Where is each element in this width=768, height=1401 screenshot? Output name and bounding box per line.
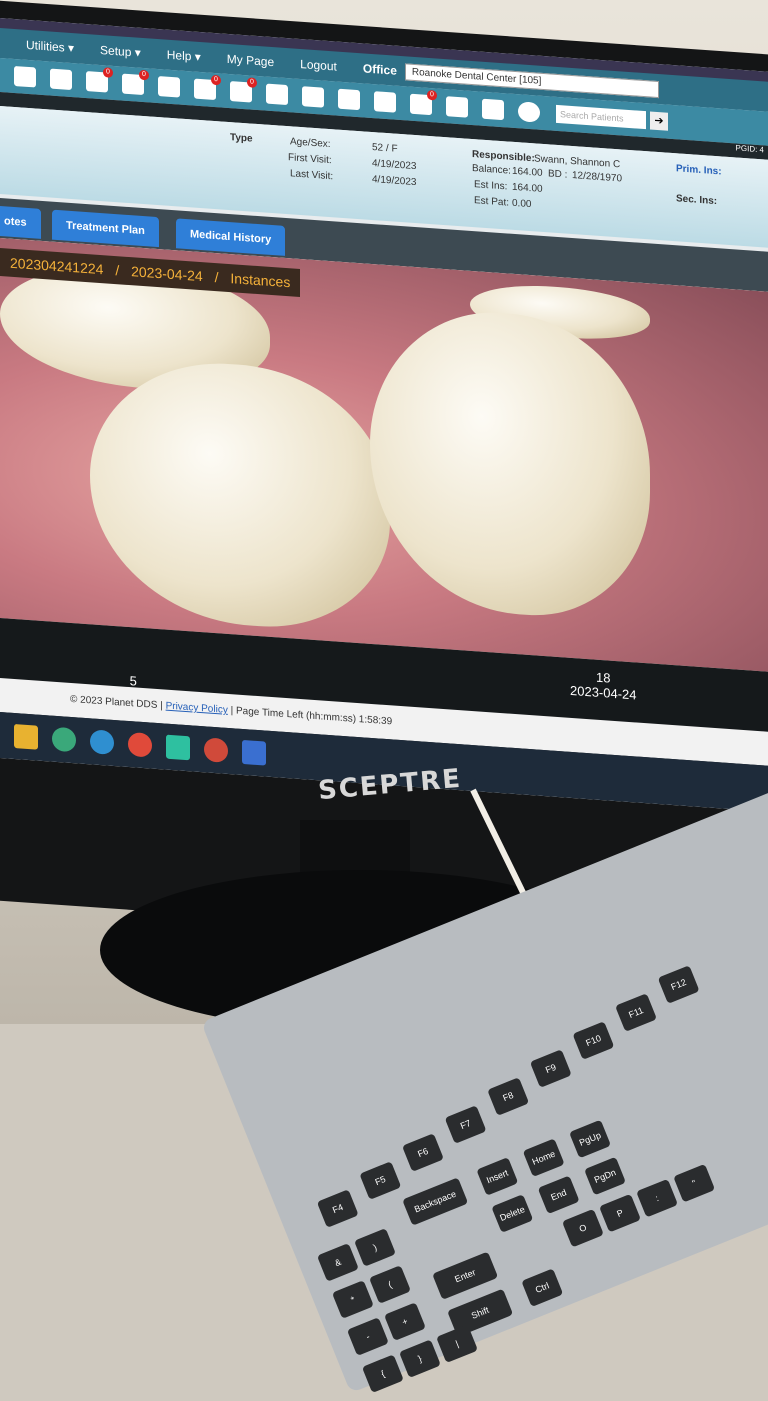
est-pat-value: 0.00 [512, 197, 532, 211]
notification-badge: 0 [139, 69, 149, 81]
menu-my-page[interactable]: My Page [227, 52, 274, 69]
breadcrumb-id[interactable]: 202304241224 [10, 255, 103, 278]
keyboard-key[interactable]: Enter [432, 1251, 499, 1300]
keyboard-key[interactable]: F9 [529, 1049, 572, 1088]
keyboard-key[interactable]: - [346, 1317, 389, 1356]
app-icon[interactable] [52, 726, 76, 753]
balance-value: 164.00 [512, 165, 543, 179]
keyboard-key[interactable]: F11 [615, 993, 658, 1032]
keyboard-key[interactable]: P [599, 1193, 642, 1233]
breadcrumb-instances[interactable]: Instances [230, 270, 290, 290]
file-explorer-icon[interactable] [14, 723, 38, 750]
notification-badge: 0 [247, 77, 257, 88]
clock-icon[interactable] [158, 76, 180, 98]
chrome-icon[interactable] [128, 731, 152, 758]
intraoral-image-viewer[interactable]: 202304241224 / 2023-04-24 / Instances [0, 238, 768, 672]
tab-treatment-plan[interactable]: Treatment Plan [52, 209, 159, 248]
last-visit-label: Last Visit: [290, 168, 334, 183]
keyboard-key[interactable]: ( [368, 1265, 411, 1304]
privacy-policy-link[interactable]: Privacy Policy [166, 701, 228, 716]
first-visit-label: First Visit: [288, 152, 332, 167]
monitor-screen: Utilities ▾ Setup ▾ Help ▾ My Page Logou… [0, 18, 768, 812]
tab-notes[interactable]: otes [0, 205, 41, 239]
breadcrumb-date[interactable]: 2023-04-24 [131, 263, 203, 284]
export-icon[interactable] [338, 88, 360, 111]
balance-label: Balance: [472, 163, 511, 177]
keyboard-key[interactable]: F5 [359, 1161, 402, 1200]
est-ins-label: Est Ins: [474, 179, 508, 193]
keyboard-key[interactable]: F12 [657, 965, 700, 1004]
image-icon[interactable] [302, 86, 324, 108]
app-icon[interactable] [90, 729, 114, 755]
bd-value: 12/28/1970 [572, 169, 623, 185]
app-icon[interactable] [166, 734, 190, 761]
menu-help[interactable]: Help ▾ [167, 48, 201, 64]
notification-badge: 0 [427, 89, 437, 101]
keyboard-key[interactable]: PgUp [569, 1119, 612, 1159]
sec-ins-label: Sec. Ins: [676, 193, 718, 208]
keyboard-key[interactable]: & [316, 1243, 359, 1282]
chevron-icon[interactable] [518, 101, 540, 123]
notification-badge: 0 [103, 67, 113, 78]
copyright-text: © 2023 Planet DDS | [70, 693, 163, 712]
keyboard-key[interactable]: F6 [401, 1133, 444, 1172]
type-label: Type [230, 132, 253, 145]
chat-icon[interactable]: 0 [86, 67, 113, 93]
breadcrumb-separator: / [214, 269, 219, 286]
menu-utilities[interactable]: Utilities ▾ [26, 38, 74, 55]
calendar-icon[interactable]: 0 [410, 89, 437, 116]
xv-app-icon[interactable] [242, 739, 266, 766]
page-time-left: | Page Time Left (hh:mm:ss) 1:58:39 [230, 705, 393, 728]
message-icon[interactable]: 0 [122, 69, 149, 96]
menu-logout[interactable]: Logout [300, 57, 337, 74]
mail-icon[interactable] [50, 68, 72, 91]
menu-setup[interactable]: Setup ▾ [100, 43, 141, 60]
responsible-label: Responsible: [472, 149, 535, 165]
search-go-button[interactable]: ➔ [650, 111, 668, 131]
keyboard-key[interactable]: F8 [487, 1077, 530, 1116]
keyboard-key[interactable]: Home [522, 1138, 565, 1178]
keyboard-key[interactable]: * [331, 1280, 374, 1319]
est-ins-value: 164.00 [512, 181, 543, 195]
tooth-icon[interactable] [266, 83, 288, 106]
keyboard-key[interactable]: F7 [444, 1105, 487, 1144]
users-icon[interactable]: 0 [194, 74, 221, 101]
keyboard-key[interactable]: ) [354, 1228, 397, 1267]
keyboard-key[interactable]: F4 [316, 1189, 359, 1228]
last-visit-value: 4/19/2023 [372, 174, 417, 189]
group-icon[interactable]: 0 [230, 77, 257, 103]
keyboard-key[interactable]: { [361, 1354, 404, 1394]
keyboard-key[interactable]: Backspace [402, 1177, 469, 1226]
globe-icon[interactable] [374, 91, 396, 113]
keyboard-key[interactable]: Delete [491, 1194, 534, 1233]
keyboard-key[interactable]: End [537, 1175, 580, 1215]
keyboard-key[interactable]: Insert [476, 1157, 519, 1196]
search-input[interactable]: Search Patients [556, 104, 646, 130]
document-icon[interactable] [14, 65, 36, 88]
keyboard-key[interactable]: F10 [572, 1021, 615, 1060]
keyboard-key[interactable]: Ctrl [521, 1268, 564, 1308]
keyboard-key[interactable]: : [636, 1178, 679, 1218]
keyboard-key[interactable]: O [561, 1208, 604, 1248]
print-icon[interactable] [482, 98, 504, 121]
breadcrumb-separator: / [115, 262, 120, 279]
keyboard-key[interactable]: } [398, 1339, 441, 1379]
thumbnail-item[interactable]: 18 2023-04-24 [570, 668, 637, 703]
bd-label: BD : [548, 168, 568, 181]
age-sex-value: 52 / F [372, 142, 398, 155]
age-sex-label: Age/Sex: [290, 136, 331, 151]
est-pat-label: Est Pat: [474, 195, 510, 209]
office-label: Office [362, 61, 397, 78]
responsible-value[interactable]: Swann, Shannon C [534, 153, 620, 170]
keyboard-key[interactable]: " [673, 1163, 716, 1203]
prim-ins-label: Prim. Ins: [676, 163, 722, 178]
first-visit-value: 4/19/2023 [372, 158, 417, 173]
chrome-icon[interactable] [204, 737, 228, 763]
tab-medical-history[interactable]: Medical History [176, 218, 286, 256]
keyboard-key[interactable]: + [383, 1302, 426, 1341]
notification-badge: 0 [211, 74, 221, 86]
keyboard-key[interactable]: PgDn [584, 1156, 627, 1196]
people-icon[interactable] [446, 96, 468, 118]
